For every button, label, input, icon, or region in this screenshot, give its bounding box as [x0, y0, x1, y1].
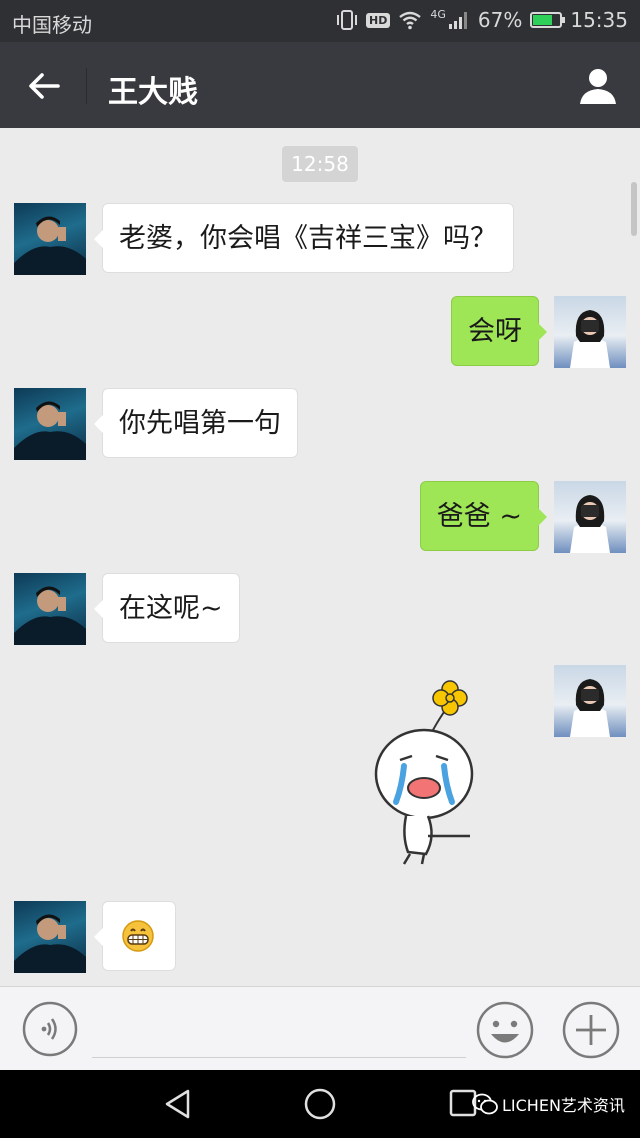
wifi-icon — [399, 11, 422, 30]
emoji-message-bubble[interactable] — [94, 901, 176, 971]
more-button[interactable] — [562, 1001, 620, 1059]
message-list[interactable]: 12:58 老婆，你会唱《吉祥三宝》吗？ 会呀 你先唱第一句 爸爸 ~ 在这呢~ — [0, 128, 640, 986]
nav-back-icon — [165, 1089, 190, 1119]
watermark: LICHEN艺术资讯 — [472, 1092, 625, 1116]
nav-home-icon — [304, 1088, 336, 1120]
message-input[interactable] — [92, 1007, 466, 1058]
woman-photo-icon — [570, 310, 610, 368]
man-photo-icon — [14, 914, 86, 973]
message-timestamp: 12:58 — [282, 146, 358, 182]
woman-photo-icon — [570, 495, 610, 553]
wechat-logo-icon — [472, 1093, 498, 1115]
back-button[interactable] — [22, 64, 66, 108]
self-avatar[interactable] — [554, 296, 626, 368]
system-nav-bar: LICHEN艺术资讯 — [0, 1070, 640, 1138]
emoji-icon — [476, 1001, 534, 1059]
self-avatar[interactable] — [554, 665, 626, 737]
battery-icon — [530, 12, 566, 28]
clock: 15:35 — [570, 8, 628, 32]
watermark-text: LICHEN艺术资讯 — [502, 1096, 625, 1115]
network-badge: 4G — [430, 8, 446, 21]
voice-icon — [22, 1001, 78, 1057]
voice-button[interactable] — [22, 1001, 78, 1057]
contact-avatar[interactable] — [14, 901, 86, 973]
message-bubble-incoming[interactable]: 在这呢~ — [94, 573, 240, 643]
message-bubble-outgoing[interactable]: 会呀 — [451, 296, 547, 366]
scrollbar[interactable] — [631, 182, 637, 236]
man-photo-icon — [14, 586, 86, 645]
message-bubble-incoming[interactable]: 老婆，你会唱《吉祥三宝》吗？ — [94, 203, 514, 273]
profile-button[interactable] — [576, 64, 620, 108]
chat-header: 王大贱 — [0, 42, 640, 128]
signal-icon — [448, 12, 467, 29]
status-bar: 中国移动 HD 4G 67% 15:35 — [0, 0, 640, 42]
status-icons: HD 4G 67% 15:35 — [336, 8, 628, 32]
man-photo-icon — [14, 216, 86, 275]
self-avatar[interactable] — [554, 481, 626, 553]
nav-back-button[interactable] — [160, 1086, 196, 1122]
man-photo-icon — [14, 401, 86, 460]
emoji-button[interactable] — [476, 1001, 534, 1059]
nav-home-button[interactable] — [302, 1086, 338, 1122]
grimace-emoji-icon — [122, 920, 154, 952]
message-bubble-incoming[interactable]: 你先唱第一句 — [94, 388, 298, 458]
contact-avatar[interactable] — [14, 573, 86, 645]
vibrate-icon — [337, 10, 358, 30]
hd-badge: HD — [366, 12, 391, 28]
woman-photo-icon — [570, 679, 610, 737]
chat-title: 王大贱 — [108, 75, 198, 110]
header-divider — [86, 68, 87, 104]
plus-icon — [562, 1001, 620, 1059]
battery-percent: 67% — [477, 8, 523, 32]
crying-doll-sticker[interactable] — [362, 676, 482, 866]
message-input-bar — [0, 986, 640, 1071]
arrow-left-icon — [29, 73, 60, 99]
message-bubble-outgoing[interactable]: 爸爸 ~ — [419, 481, 548, 551]
carrier-name: 中国移动 — [12, 13, 92, 37]
battery-fill — [533, 15, 553, 25]
contact-avatar[interactable] — [14, 203, 86, 275]
contact-avatar[interactable] — [14, 388, 86, 460]
person-icon — [580, 69, 616, 104]
